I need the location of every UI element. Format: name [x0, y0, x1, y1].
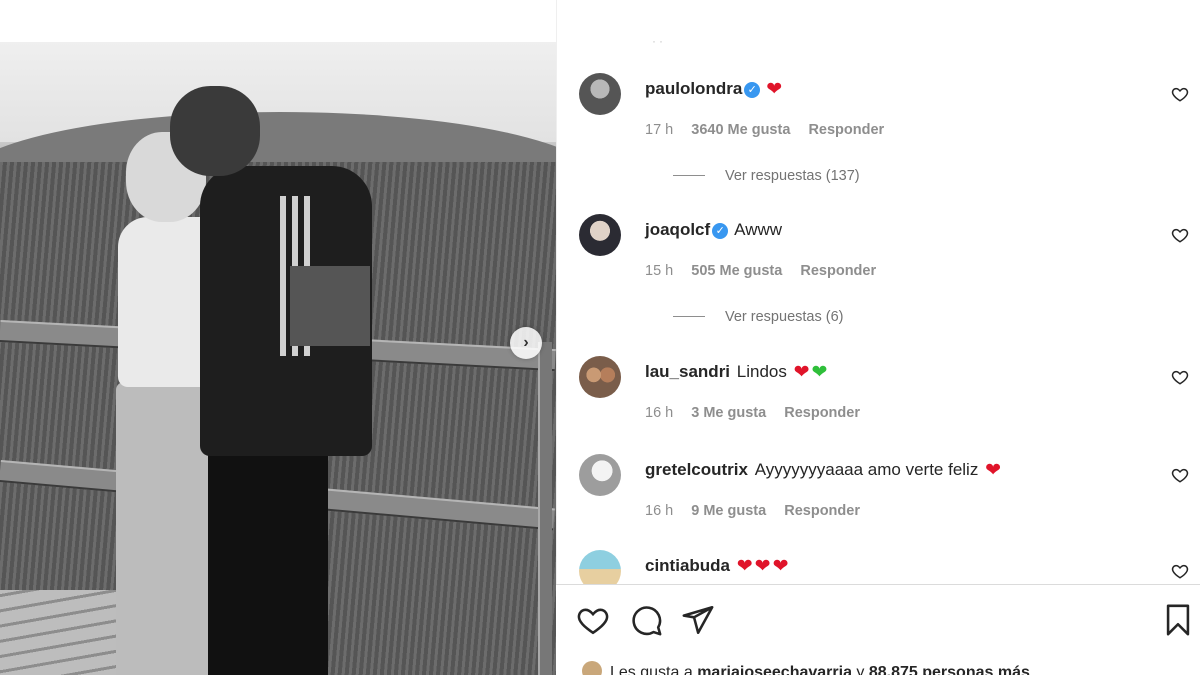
photo-person-man: [160, 86, 375, 675]
view-replies-label: Ver respuestas (6): [725, 309, 844, 325]
post-photo[interactable]: [0, 42, 556, 675]
comment-meta: 16 h 9 Me gusta Responder: [645, 503, 874, 519]
reply-button[interactable]: Responder: [808, 122, 884, 138]
comment-meta: 15 h 505 Me gusta Responder: [645, 263, 890, 279]
comment-time: 15 h: [645, 263, 674, 279]
liked-by-user[interactable]: mariajoseechavarria: [697, 664, 852, 675]
heart-outline-icon[interactable]: [1171, 226, 1189, 244]
avatar[interactable]: [579, 454, 621, 496]
liked-by-count[interactable]: 88.875 personas más: [869, 664, 1030, 675]
red-heart-icon: ❤: [736, 556, 753, 577]
comment-username[interactable]: lau_sandri: [645, 362, 730, 381]
red-heart-icon: ❤: [985, 460, 1001, 481]
comment-username[interactable]: paulolondra: [645, 79, 742, 98]
bookmark-icon[interactable]: [1161, 603, 1195, 637]
comment-meta: 17 h 3640 Me gusta Responder: [645, 122, 898, 138]
comment-item: cintiabuda ❤ ❤ ❤: [579, 550, 1189, 584]
heart-outline-icon[interactable]: [576, 603, 610, 637]
comment-text: Awww: [734, 220, 783, 239]
liked-by-connector: y: [856, 664, 865, 675]
paper-plane-icon[interactable]: [681, 603, 715, 637]
verified-badge-icon: ✓: [712, 223, 729, 239]
comment-line: cintiabuda ❤ ❤ ❤: [645, 556, 789, 576]
avatar[interactable]: [579, 73, 621, 115]
comment-likes[interactable]: 3640 Me gusta: [691, 122, 790, 138]
comment-bubble-icon[interactable]: [629, 603, 663, 637]
comment-line: lau_sandri Lindos ❤ ❤: [645, 362, 827, 382]
scroll-indicator: ··: [652, 34, 666, 48]
chevron-right-icon: ›: [523, 334, 529, 351]
avatar[interactable]: [579, 214, 621, 256]
comment-text: Lindos: [736, 362, 787, 381]
heart-outline-icon[interactable]: [1171, 562, 1189, 580]
comment-username[interactable]: cintiabuda: [645, 556, 730, 575]
comment-time: 16 h: [645, 503, 674, 519]
comment-line: paulolondra ✓ ❤: [645, 79, 782, 99]
comment-line: joaqolcf ✓ Awww: [645, 220, 782, 240]
comment-username[interactable]: joaqolcf: [645, 220, 710, 239]
view-replies-label: Ver respuestas (137): [725, 168, 860, 184]
avatar[interactable]: [582, 661, 602, 675]
reply-button[interactable]: Responder: [784, 405, 860, 421]
comment-meta: 16 h 3 Me gusta Responder: [645, 405, 874, 421]
next-photo-button[interactable]: ›: [510, 327, 542, 359]
reply-button[interactable]: Responder: [784, 503, 860, 519]
comment-time: 16 h: [645, 405, 674, 421]
reply-button[interactable]: Responder: [800, 263, 876, 279]
view-replies-button[interactable]: Ver respuestas (6): [673, 309, 843, 325]
post-action-bar: Les gusta a mariajoseechavarria y 88.875…: [556, 584, 1200, 675]
red-heart-icon: ❤: [766, 79, 783, 100]
photo-railing-post: [538, 342, 552, 675]
comment-time: 17 h: [645, 122, 674, 138]
liked-by-prefix: Les gusta a: [610, 664, 693, 675]
red-heart-icon: ❤: [793, 362, 810, 383]
comments-panel[interactable]: ·· paulolondra ✓ ❤ 17 h 3640 Me gusta Resp…: [556, 0, 1200, 584]
liked-by-summary: Les gusta a mariajoseechavarria y 88.875…: [582, 661, 1030, 675]
comment-text: Ayyyyyyyaaaa amo verte feliz: [754, 460, 979, 479]
avatar[interactable]: [579, 550, 621, 584]
avatar[interactable]: [579, 356, 621, 398]
heart-outline-icon[interactable]: [1171, 466, 1189, 484]
red-heart-icon: ❤: [772, 556, 789, 577]
heart-outline-icon[interactable]: [1171, 368, 1189, 386]
comment-item: joaqolcf ✓ Awww 15 h 505 Me gusta Responde…: [579, 214, 1189, 334]
heart-outline-icon[interactable]: [1171, 85, 1189, 103]
comment-username[interactable]: gretelcoutrix: [645, 460, 748, 479]
comment-likes[interactable]: 3 Me gusta: [691, 405, 766, 421]
comment-likes[interactable]: 505 Me gusta: [691, 263, 782, 279]
green-heart-icon: ❤: [811, 362, 828, 383]
view-replies-button[interactable]: Ver respuestas (137): [673, 168, 860, 184]
comment-item: gretelcoutrix Ayyyyyyyaaaa amo verte fel…: [579, 454, 1189, 524]
comment-item: lau_sandri Lindos ❤ ❤ 16 h 3 Me gusta Res…: [579, 356, 1189, 426]
comment-item: paulolondra ✓ ❤ 17 h 3640 Me gusta Respond…: [579, 73, 1189, 193]
comment-likes[interactable]: 9 Me gusta: [691, 503, 766, 519]
verified-badge-icon: ✓: [744, 82, 761, 98]
red-heart-icon: ❤: [754, 556, 771, 577]
comment-line: gretelcoutrix Ayyyyyyyaaaa amo verte fel…: [645, 460, 1001, 480]
